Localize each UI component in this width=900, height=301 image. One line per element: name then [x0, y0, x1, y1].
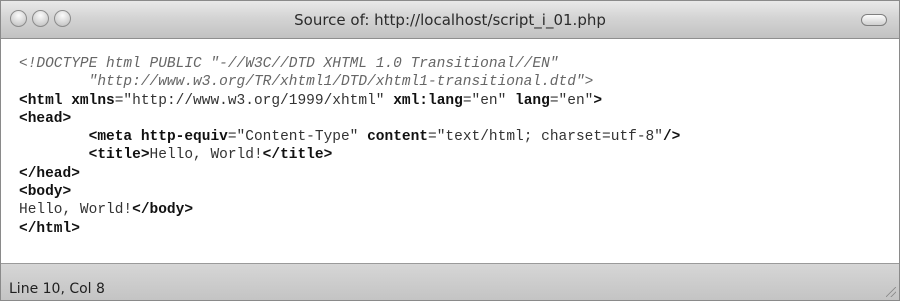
source-token: ="text/html; charset=utf-8" — [428, 129, 663, 146]
source-line: <title>Hello, World!</title> — [19, 146, 899, 164]
source-token: xmlns — [71, 92, 115, 109]
source-token: ="en" — [462, 92, 516, 109]
source-line: "http://www.w3.org/TR/xhtml1/DTD/xhtml1-… — [19, 73, 899, 91]
source-token: "http://www.w3.org/TR/xhtml1/DTD/xhtml1-… — [19, 74, 594, 91]
source-line: <html xmlns="http://www.w3.org/1999/xhtm… — [19, 92, 899, 110]
source-token: </body> — [132, 202, 194, 219]
source-code-view[interactable]: <!DOCTYPE html PUBLIC "-//W3C//DTD XHTML… — [1, 39, 899, 265]
source-token: </html> — [19, 220, 80, 237]
source-token: <meta — [88, 129, 133, 146]
source-token: http-equiv — [140, 129, 228, 146]
source-token: content — [367, 129, 429, 146]
source-line: <!DOCTYPE html PUBLIC "-//W3C//DTD XHTML… — [19, 55, 899, 73]
source-token: ="Content-Type" — [227, 129, 368, 146]
source-token: ="http://www.w3.org/1999/xhtml" — [114, 92, 394, 109]
source-token: ="en" — [549, 92, 594, 109]
toolbar-toggle-button[interactable] — [861, 14, 887, 26]
source-line: <body> — [19, 183, 899, 201]
cursor-position: Line 10, Col 8 — [9, 281, 105, 297]
source-window: Source of: http://localhost/script_i_01.… — [0, 0, 900, 301]
source-token — [63, 93, 72, 109]
source-token: lang — [515, 92, 550, 109]
source-token: <title> — [88, 147, 150, 164]
source-token: <body> — [19, 184, 72, 201]
source-line: <head> — [19, 110, 899, 128]
source-token: > — [593, 92, 603, 109]
source-token: </head> — [19, 165, 80, 182]
source-token: <!DOCTYPE html PUBLIC "-//W3C//DTD XHTML… — [19, 56, 559, 72]
source-token: </title> — [262, 147, 333, 164]
resize-grip-icon[interactable] — [886, 287, 896, 297]
source-line: Hello, World!</body> — [19, 201, 899, 219]
source-line: </html> — [19, 220, 899, 238]
source-line: </head> — [19, 165, 899, 183]
source-line: <meta http-equiv="Content-Type" content=… — [19, 128, 899, 146]
source-token: Hello, World! — [19, 202, 133, 219]
status-bar: Line 10, Col 8 — [1, 263, 899, 300]
source-token — [19, 129, 89, 145]
window-title: Source of: http://localhost/script_i_01.… — [294, 11, 606, 29]
source-token: /> — [662, 129, 681, 146]
source-token: xml:lang — [393, 92, 463, 109]
title-bar[interactable]: Source of: http://localhost/script_i_01.… — [1, 1, 899, 39]
source-token — [19, 147, 89, 163]
source-token: Hello, World! — [149, 147, 263, 164]
source-token: <head> — [19, 110, 72, 127]
source-token — [132, 129, 141, 145]
source-token: <html — [19, 92, 63, 109]
